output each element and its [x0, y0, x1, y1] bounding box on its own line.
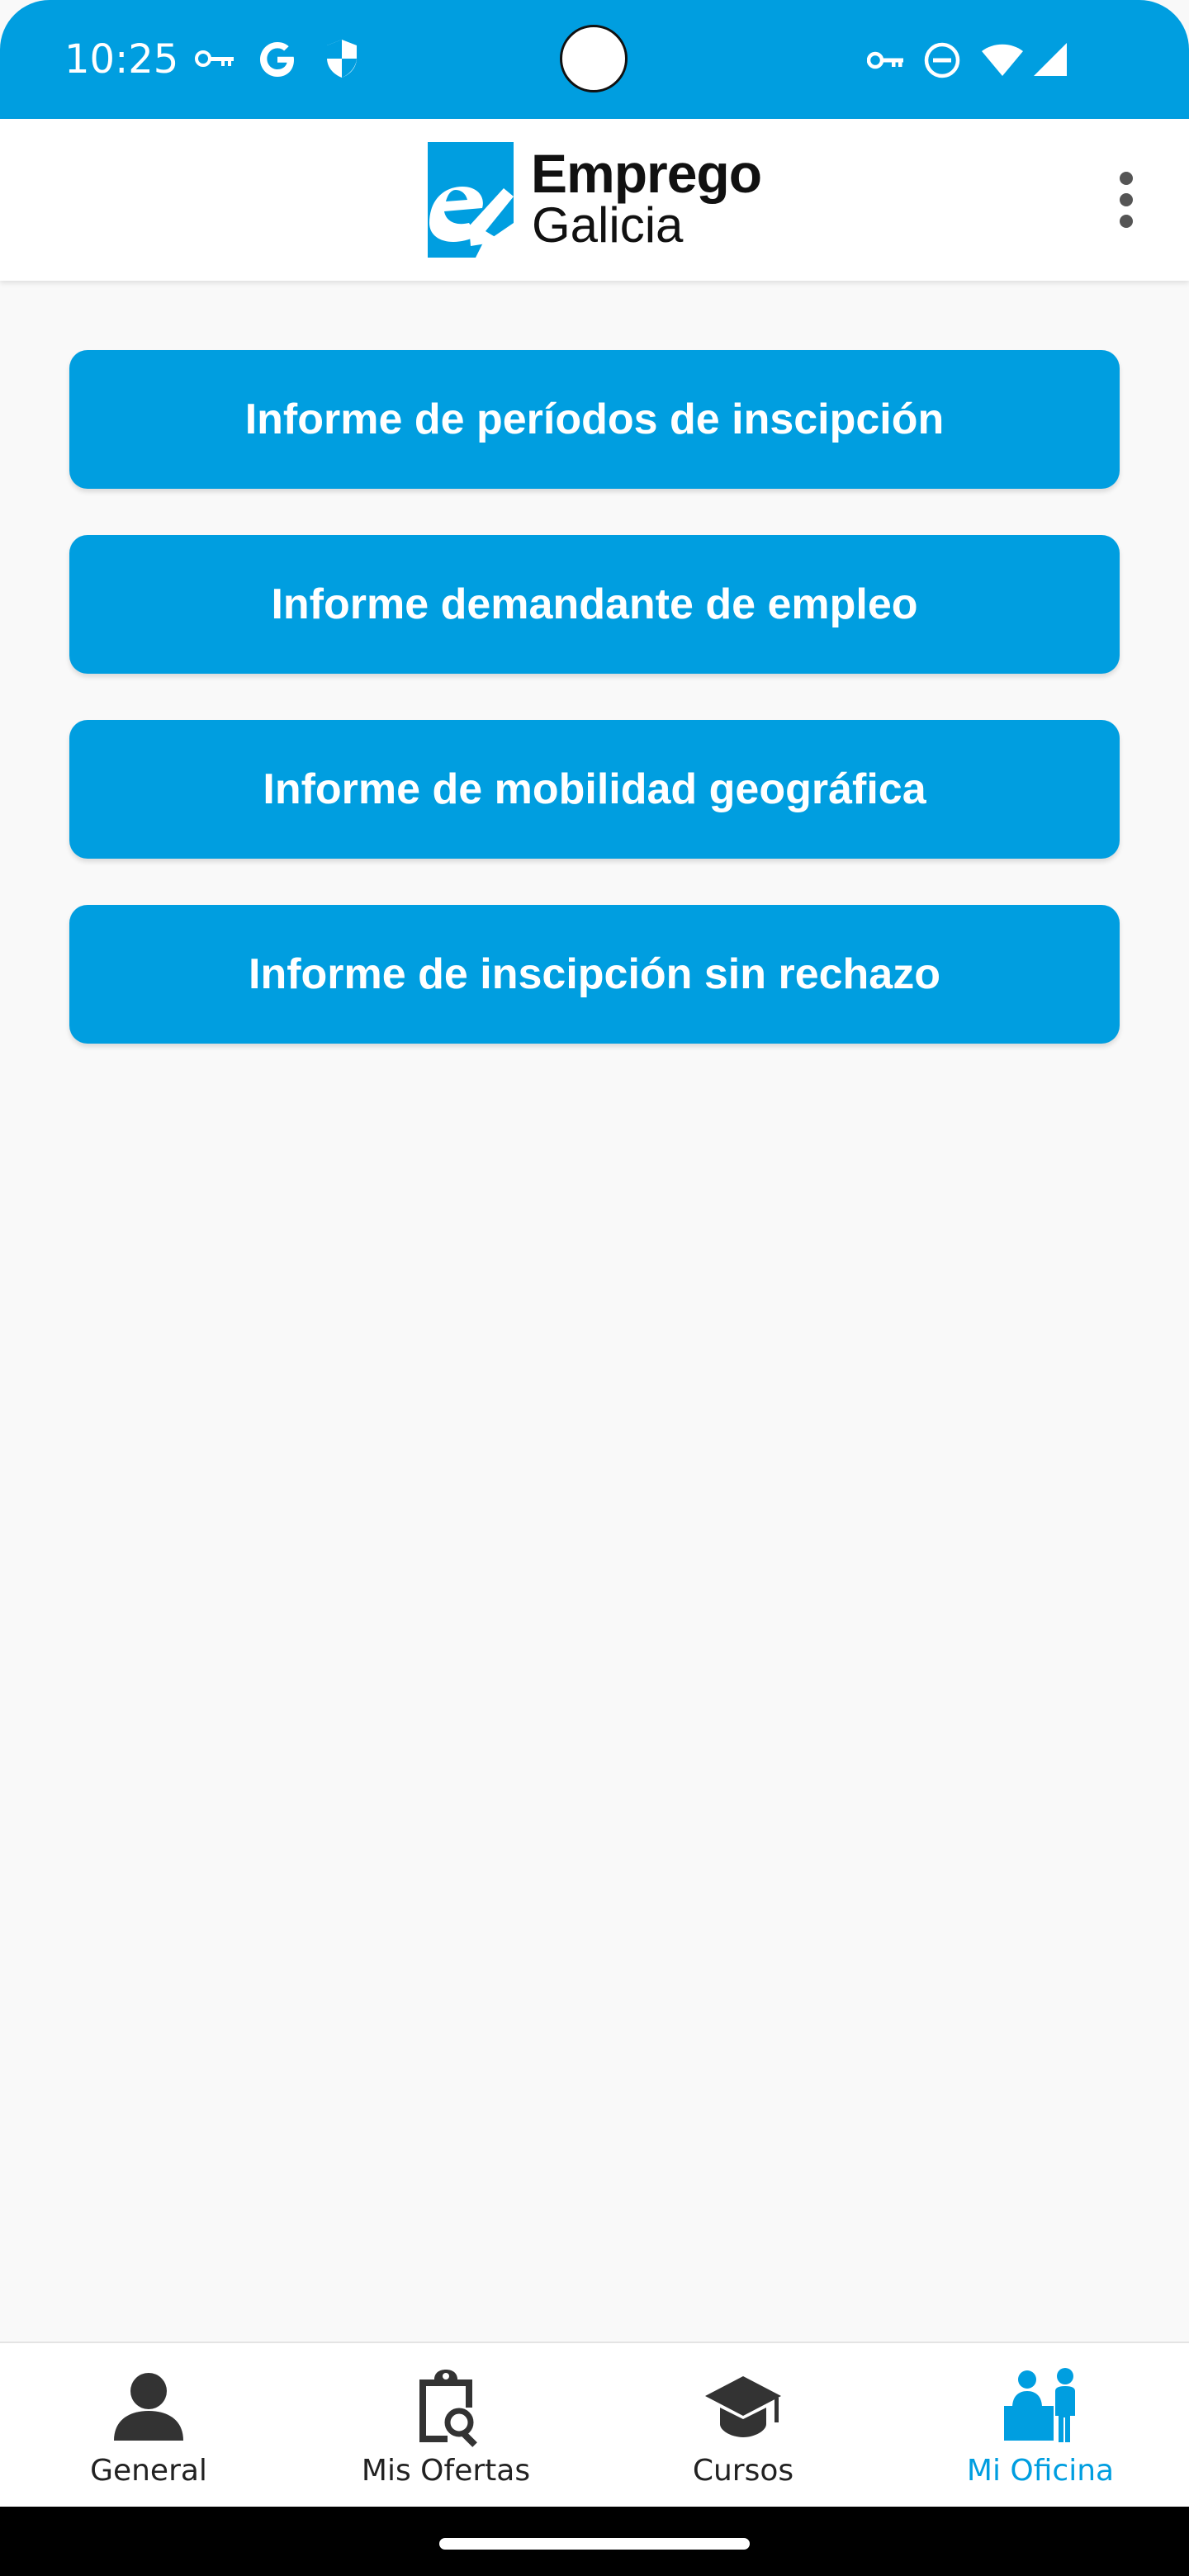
report-button-label: Informe demandante de empleo — [271, 580, 918, 628]
system-navigation-bar — [0, 2507, 1189, 2576]
clipboard-search-icon — [419, 2370, 477, 2447]
report-button-label: Informe de inscipción sin rechazo — [249, 950, 940, 998]
nav-item-cursos[interactable]: Cursos — [594, 2343, 892, 2508]
more-vert-icon — [1120, 172, 1133, 228]
report-button-label: Informe de mobilidad geográfica — [263, 765, 926, 813]
nav-item-general[interactable]: General — [0, 2343, 297, 2508]
cellular-signal-icon — [1032, 41, 1068, 82]
nav-label: Mis Ofertas — [361, 2454, 531, 2488]
vpn-key-icon — [195, 48, 236, 73]
report-button-demandante[interactable]: Informe demandante de empleo — [69, 535, 1120, 674]
person-icon — [114, 2373, 183, 2441]
app-bar: Emprego Galicia — [0, 119, 1189, 281]
graduation-cap-icon — [705, 2376, 781, 2437]
status-time: 10:25 — [64, 36, 179, 83]
front-camera — [560, 25, 628, 92]
report-list: Informe de períodos de inscipción Inform… — [0, 281, 1189, 2342]
emprego-logo-icon — [428, 142, 514, 258]
logo-text-galicia: Galicia — [532, 197, 684, 253]
nav-item-mis-ofertas[interactable]: Mis Ofertas — [297, 2343, 594, 2508]
logo-text-emprego: Emprego — [531, 143, 762, 204]
wifi-icon — [981, 43, 1024, 82]
home-gesture-handle[interactable] — [439, 2538, 750, 2550]
office-desk-icon — [1004, 2368, 1075, 2442]
nav-label: Cursos — [692, 2454, 794, 2488]
status-bar: 10:25 — [0, 0, 1189, 119]
nav-label: Mi Oficina — [966, 2454, 1115, 2488]
more-options-button[interactable] — [1101, 165, 1151, 234]
google-icon — [258, 40, 297, 83]
emprego-galicia-logo: Emprego Galicia — [428, 142, 775, 258]
report-button-mobilidad[interactable]: Informe de mobilidad geográfica — [69, 720, 1120, 859]
bottom-navigation: General Mis Ofertas Cursos Mi Oficina — [0, 2342, 1189, 2507]
report-button-periodos[interactable]: Informe de períodos de inscipción — [69, 350, 1120, 489]
vpn-key-icon — [866, 50, 905, 75]
shield-icon — [324, 38, 360, 83]
report-button-sin-rechazo[interactable]: Informe de inscipción sin rechazo — [69, 905, 1120, 1044]
nav-label: General — [90, 2454, 207, 2488]
app-screen: 10:25 Emprego Galicia Informe de período… — [0, 0, 1189, 2576]
report-button-label: Informe de períodos de inscipción — [244, 395, 945, 443]
nav-item-mi-oficina[interactable]: Mi Oficina — [892, 2343, 1189, 2508]
do-not-disturb-icon — [923, 41, 961, 83]
